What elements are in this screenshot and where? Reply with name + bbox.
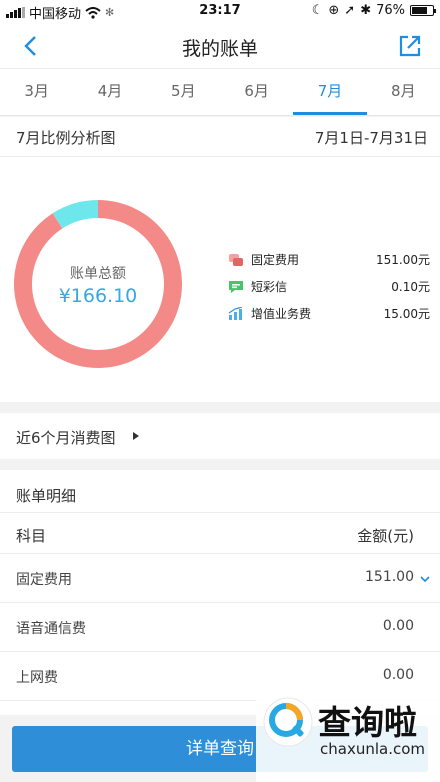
detail-table-header: 科目 金额(元)	[0, 512, 440, 554]
legend-item-sms: 短彩信 0.10元	[228, 273, 430, 300]
month-tabs: 3月 4月 5月 6月 7月 8月	[0, 68, 440, 116]
watermark: 查询啦 chaxunla.com	[256, 690, 440, 782]
legend-label: 固定费用	[251, 253, 300, 267]
table-row[interactable]: 固定费用 151.00	[0, 554, 440, 603]
row-amount: 151.00	[365, 569, 414, 585]
location-icon: ➚	[344, 3, 356, 18]
share-icon[interactable]	[396, 32, 424, 60]
detail-title: 账单明细	[16, 487, 77, 505]
column-amount: 金额(元)	[357, 527, 414, 545]
legend-item-fixed: 固定费用 151.00元	[228, 246, 430, 273]
ratio-chart: 账单总额 ¥166.10 固定费用 151.00元 短彩信 0.10元 增值业务…	[0, 157, 440, 402]
bluetooth-icon: ✱	[360, 3, 372, 18]
donut-slice-0	[13, 200, 182, 368]
play-arrow-icon	[133, 432, 139, 440]
tab-june[interactable]: 6月	[220, 69, 293, 115]
tab-march[interactable]: 3月	[0, 69, 73, 115]
page-title: 我的账单	[181, 38, 258, 60]
legend-value: 151.00元	[376, 253, 430, 267]
watermark-text: 查询啦	[318, 703, 417, 742]
table-row: 语音通信费 0.00	[0, 603, 440, 652]
tab-may[interactable]: 5月	[147, 69, 220, 115]
legend-value: 15.00元	[383, 307, 430, 321]
ratio-title: 7月比例分析图	[16, 129, 116, 147]
donut-center-value: ¥166.10	[58, 285, 138, 307]
row-amount: 0.00	[382, 667, 414, 683]
column-item: 科目	[16, 527, 47, 545]
magnifier-logo-icon	[263, 697, 313, 747]
chevron-down-icon[interactable]	[420, 574, 430, 584]
row-item: 固定费用	[16, 572, 72, 588]
nav-bar: 我的账单	[0, 24, 440, 68]
rotation-lock-icon: ⊕	[328, 3, 340, 18]
six-month-trend-link[interactable]: 近6个月消费图	[0, 413, 440, 459]
legend-label: 短彩信	[251, 280, 288, 294]
value-added-icon	[228, 305, 244, 321]
tab-august[interactable]: 8月	[367, 69, 440, 115]
tab-july[interactable]: 7月	[293, 69, 367, 115]
tab-april[interactable]: 4月	[73, 69, 146, 115]
fixed-fee-icon	[228, 253, 244, 267]
status-right: ☾ ⊕ ➚ ✱ 76%	[311, 3, 436, 18]
moon-icon: ☾	[311, 3, 324, 18]
row-item: 上网费	[16, 670, 58, 686]
donut-chart	[13, 200, 182, 368]
trend-label: 近6个月消费图	[16, 429, 116, 447]
date-range: 7月1日-7月31日	[314, 129, 428, 147]
legend-label: 增值业务费	[251, 307, 312, 321]
battery-icon	[410, 5, 436, 16]
row-item: 语音通信费	[16, 621, 86, 637]
watermark-url: chaxunla.com	[320, 740, 425, 758]
battery-percent: 76%	[376, 3, 405, 18]
chart-legend: 固定费用 151.00元 短彩信 0.10元 增值业务费 15.00元	[228, 246, 430, 327]
ratio-header: 7月比例分析图 7月1日-7月31日	[0, 117, 440, 157]
sms-icon	[228, 280, 244, 294]
row-amount: 0.00	[382, 618, 414, 634]
donut-center-label: 账单总额	[70, 266, 126, 282]
status-bar: 中国移动 ✻ 23:17 ☾ ⊕ ➚ ✱ 76%	[0, 0, 440, 24]
legend-value: 0.10元	[391, 280, 430, 294]
bill-detail: 账单明细 科目 金额(元) 固定费用 151.00 语音通信费 0.00 上网费…	[0, 470, 440, 715]
legend-item-value-added: 增值业务费 15.00元	[228, 300, 430, 327]
